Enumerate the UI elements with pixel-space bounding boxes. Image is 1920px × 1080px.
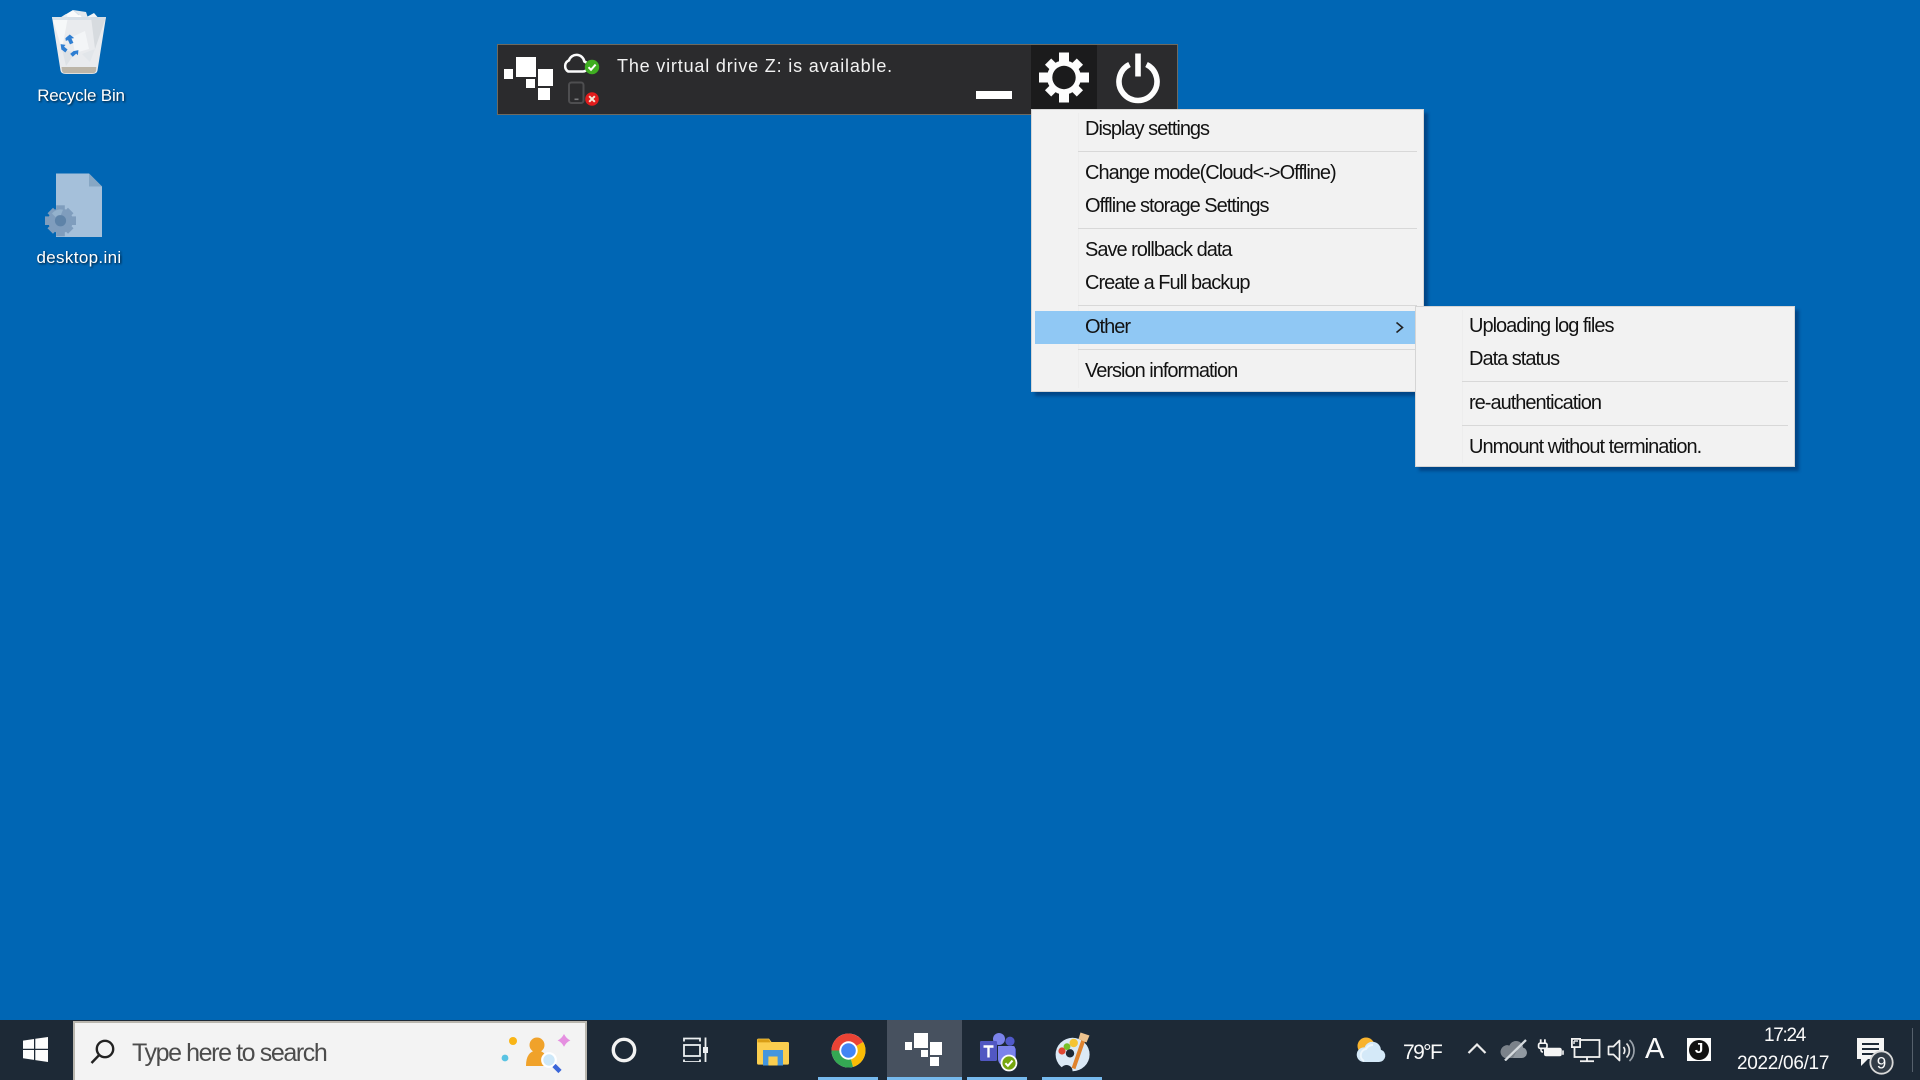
svg-text:9: 9 <box>1877 1054 1886 1073</box>
